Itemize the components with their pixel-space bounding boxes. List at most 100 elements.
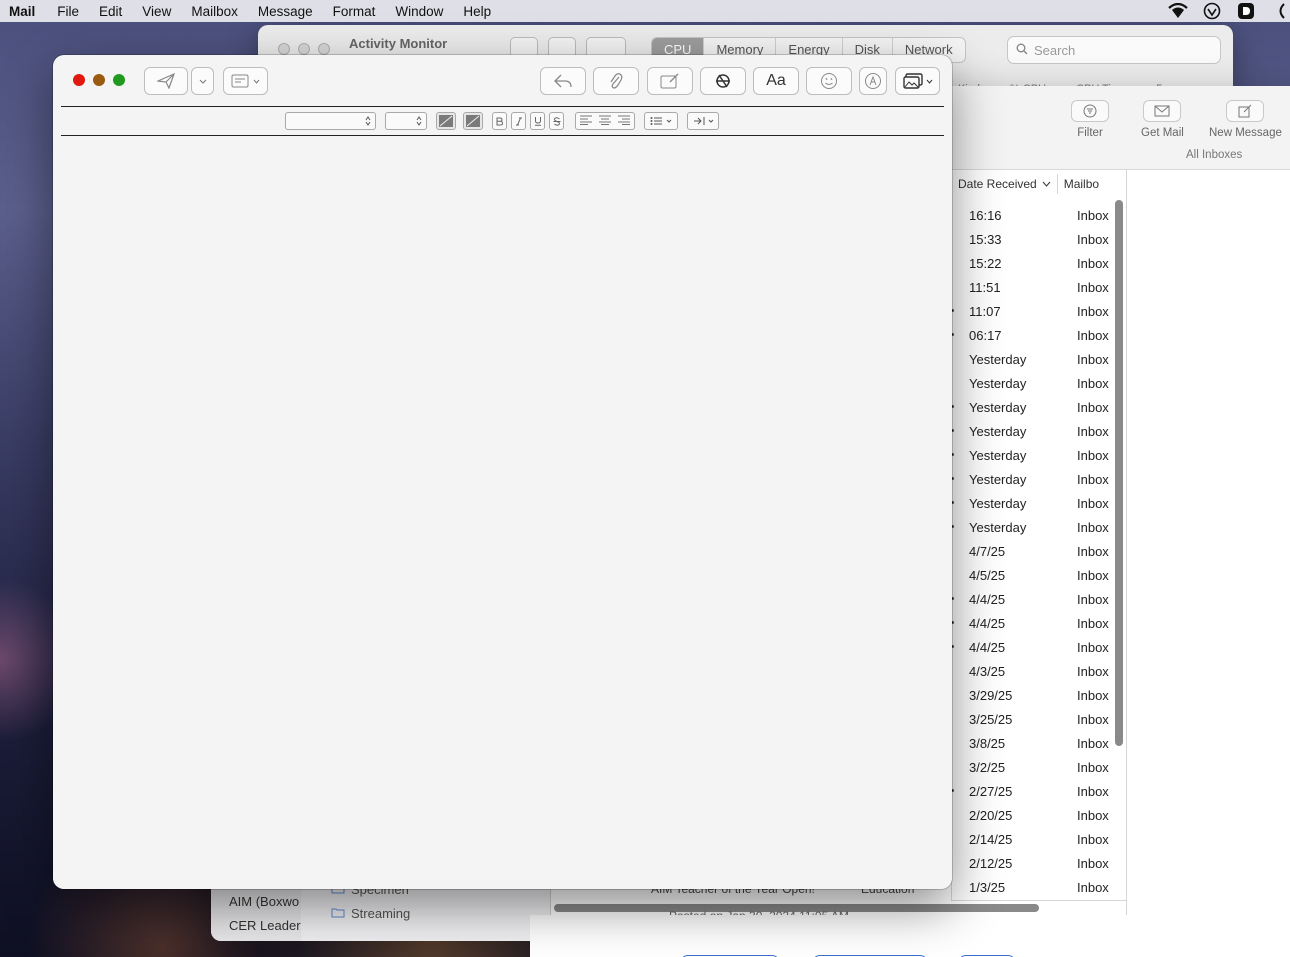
smiley-icon — [821, 73, 837, 89]
table-row[interactable]: Yesterday Inbox — [951, 467, 1111, 491]
photo-browser-button[interactable] — [895, 67, 940, 95]
table-row[interactable]: Yesterday Inbox — [951, 419, 1111, 443]
italic-button[interactable] — [511, 112, 526, 130]
indent-button[interactable] — [687, 112, 719, 130]
row-date-received: Yesterday — [969, 471, 1027, 487]
table-row[interactable]: 15:22 Inbox — [951, 251, 1111, 275]
activity-monitor-search[interactable]: Search — [1007, 36, 1221, 64]
markup-button[interactable] — [647, 67, 693, 95]
table-row[interactable]: 4/3/25 Inbox — [951, 659, 1111, 683]
text-color-button[interactable] — [436, 112, 456, 130]
table-row[interactable]: 11:51 Inbox — [951, 275, 1111, 299]
compose-window[interactable]: Aa — [53, 55, 952, 889]
table-row[interactable]: 3/8/25 Inbox — [951, 731, 1111, 755]
align-center-icon[interactable] — [598, 115, 612, 127]
row-mailbox: Inbox — [1077, 327, 1109, 343]
get-mail-button[interactable]: Get Mail — [1141, 100, 1184, 139]
table-row[interactable]: 4/4/25 Inbox — [951, 635, 1111, 659]
table-row[interactable]: Yesterday Inbox — [951, 443, 1111, 467]
menu-window[interactable]: Window — [395, 4, 443, 19]
app-d-icon[interactable] — [1236, 2, 1256, 20]
menu-mailbox[interactable]: Mailbox — [191, 4, 238, 19]
font-family-select[interactable] — [285, 112, 376, 130]
table-row[interactable]: 2/12/25 Inbox — [951, 851, 1111, 875]
menu-message[interactable]: Message — [258, 4, 313, 19]
menu-help[interactable]: Help — [463, 4, 491, 19]
table-row[interactable]: 3/25/25 Inbox — [951, 707, 1111, 731]
row-date-received: Yesterday — [969, 447, 1027, 463]
am-close-button[interactable] — [278, 43, 290, 55]
row-mailbox: Inbox — [1077, 519, 1109, 535]
row-date-received: 11:51 — [969, 279, 1001, 295]
sidebar-folder-streaming[interactable]: Streaming — [331, 906, 410, 921]
table-row[interactable]: 1/3/25 Inbox — [951, 875, 1111, 899]
underline-button[interactable] — [530, 112, 545, 130]
attach-button[interactable] — [593, 67, 639, 95]
table-row[interactable]: 4/4/25 Inbox — [951, 587, 1111, 611]
row-mailbox: Inbox — [1077, 399, 1109, 415]
close-button[interactable] — [73, 74, 85, 86]
row-date-received: 2/27/25 — [969, 783, 1013, 799]
align-right-icon[interactable] — [617, 115, 631, 127]
column-date-received[interactable]: Date Received — [951, 174, 1057, 194]
table-row[interactable]: Yesterday Inbox — [951, 515, 1111, 539]
table-row[interactable]: Yesterday Inbox — [951, 395, 1111, 419]
chevron-down-icon — [253, 79, 260, 84]
menu-app-name[interactable]: Mail — [9, 4, 35, 19]
table-row[interactable]: 2/14/25 Inbox — [951, 827, 1111, 851]
partial-status-icon[interactable] — [1270, 2, 1290, 20]
align-left-icon[interactable] — [579, 115, 593, 127]
table-row[interactable]: 16:16 Inbox — [951, 203, 1111, 227]
message-list-scrollbar[interactable] — [1115, 200, 1123, 746]
strikethrough-button[interactable] — [549, 112, 564, 130]
send-options-button[interactable] — [191, 67, 214, 95]
zoom-button[interactable] — [113, 74, 125, 86]
table-row[interactable]: 4/4/25 Inbox — [951, 611, 1111, 635]
table-row[interactable]: Yesterday Inbox — [951, 371, 1111, 395]
font-size-select[interactable] — [385, 112, 427, 130]
new-message-button[interactable]: New Message — [1209, 100, 1282, 139]
menu-format[interactable]: Format — [333, 4, 376, 19]
table-row[interactable]: 06:17 Inbox — [951, 323, 1111, 347]
row-date-received: 2/14/25 — [969, 831, 1013, 847]
table-row[interactable]: Yesterday Inbox — [951, 491, 1111, 515]
row-mailbox: Inbox — [1077, 831, 1109, 847]
menu-status-area — [1168, 2, 1290, 20]
format-style-button[interactable] — [700, 67, 746, 95]
minimize-button[interactable] — [93, 74, 105, 86]
table-row[interactable]: 15:33 Inbox — [951, 227, 1111, 251]
table-row[interactable]: 4/7/25 Inbox — [951, 539, 1111, 563]
menu-file[interactable]: File — [57, 4, 79, 19]
menu-view[interactable]: View — [142, 4, 171, 19]
font-panel-button[interactable]: Aa — [753, 67, 799, 95]
column-mailbox[interactable]: Mailbo — [1056, 174, 1105, 194]
message-body-editor[interactable] — [53, 137, 952, 889]
message-preview-pane[interactable] — [1126, 170, 1290, 941]
vpn-icon[interactable] — [1202, 2, 1222, 20]
am-minimize-button[interactable] — [298, 43, 310, 55]
filter-button[interactable]: Filter — [1071, 100, 1109, 139]
bold-button[interactable] — [492, 112, 507, 130]
am-zoom-button[interactable] — [318, 43, 330, 55]
send-button[interactable] — [144, 67, 188, 95]
row-date-received: 11:07 — [969, 303, 1001, 319]
table-row[interactable]: 2/20/25 Inbox — [951, 803, 1111, 827]
menu-edit[interactable]: Edit — [99, 4, 122, 19]
row-mailbox: Inbox — [1077, 735, 1109, 751]
background-color-button[interactable] — [463, 112, 483, 130]
table-row[interactable]: 11:07 Inbox — [951, 299, 1111, 323]
wifi-icon[interactable] — [1168, 2, 1188, 20]
markup-pen-button[interactable] — [859, 67, 887, 95]
sidebar-item-aim[interactable]: AIM (Boxwo — [229, 894, 299, 909]
emoji-button[interactable] — [806, 67, 852, 95]
header-fields-icon — [231, 74, 249, 88]
header-fields-button[interactable] — [223, 67, 268, 95]
row-mailbox: Inbox — [1077, 807, 1109, 823]
table-row[interactable]: 3/2/25 Inbox — [951, 755, 1111, 779]
table-row[interactable]: 3/29/25 Inbox — [951, 683, 1111, 707]
reply-button[interactable] — [540, 67, 586, 95]
table-row[interactable]: 2/27/25 Inbox — [951, 779, 1111, 803]
table-row[interactable]: Yesterday Inbox — [951, 347, 1111, 371]
list-style-button[interactable] — [644, 112, 678, 130]
table-row[interactable]: 4/5/25 Inbox — [951, 563, 1111, 587]
